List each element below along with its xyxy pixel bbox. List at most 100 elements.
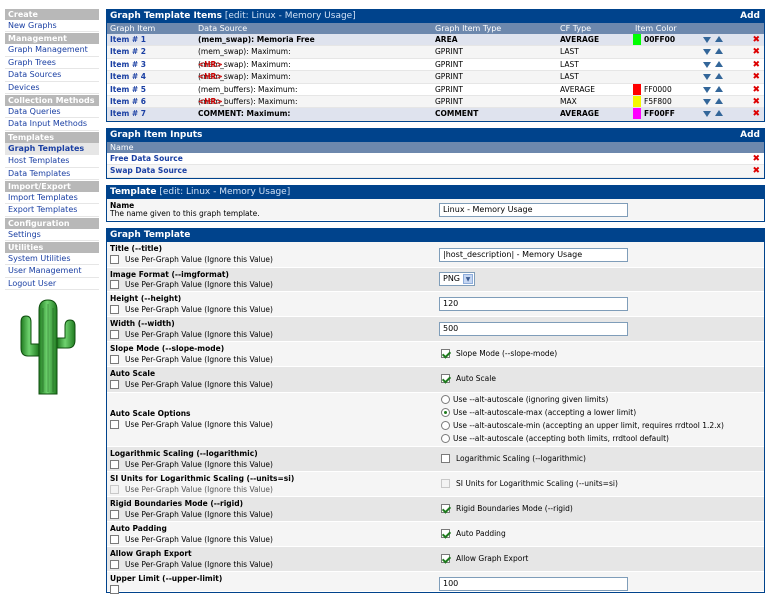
- per-graph-checkbox[interactable]: [110, 280, 119, 290]
- sidebar-item-system-utilities[interactable]: System Utilities: [5, 253, 99, 266]
- move-down-icon[interactable]: [703, 98, 711, 105]
- allow-export-checkbox[interactable]: [441, 554, 450, 564]
- per-graph-checkbox[interactable]: [110, 460, 119, 470]
- move-up-icon[interactable]: [715, 110, 723, 117]
- per-graph-checkbox[interactable]: [110, 255, 119, 265]
- sidebar-item-export-templates[interactable]: Export Templates: [5, 204, 99, 217]
- per-graph-checkbox[interactable]: [110, 485, 119, 495]
- move-up-icon[interactable]: [715, 85, 723, 92]
- move-down-icon[interactable]: [703, 86, 711, 93]
- delete-icon[interactable]: ✖: [752, 153, 760, 165]
- per-graph-checkbox[interactable]: [110, 355, 119, 365]
- add-item-button[interactable]: Add: [740, 10, 760, 23]
- per-graph-checkbox[interactable]: [110, 305, 119, 315]
- delete-icon[interactable]: ✖: [752, 165, 760, 177]
- upper-limit-input[interactable]: 100: [439, 576, 628, 591]
- sidebar-item-graph-management[interactable]: Graph Management: [5, 44, 99, 57]
- move-up-icon[interactable]: [715, 48, 723, 55]
- color-swatch: [633, 83, 641, 95]
- per-graph-checkbox[interactable]: [110, 330, 119, 340]
- item-link[interactable]: Item # 6: [110, 96, 146, 108]
- field-label: Upper Limit (--upper-limit): [110, 573, 223, 583]
- per-graph-option: Use Per-Graph Value (Ignore this Value): [110, 255, 273, 265]
- chevron-down-icon[interactable]: ▼: [463, 273, 473, 284]
- auto-padding-checkbox[interactable]: [441, 529, 450, 539]
- move-up-icon[interactable]: [715, 73, 723, 80]
- sidebar-item-graph-templates[interactable]: Graph Templates: [5, 142, 99, 156]
- per-graph-option: Use Per-Graph Value (Ignore this Value): [110, 560, 273, 570]
- per-graph-checkbox[interactable]: [110, 380, 119, 390]
- delete-icon[interactable]: ✖: [752, 84, 760, 96]
- col-graph-item: Graph Item: [110, 24, 156, 33]
- move-down-icon[interactable]: [703, 61, 711, 68]
- delete-icon[interactable]: ✖: [752, 59, 760, 71]
- slope-mode-checkbox[interactable]: [441, 349, 450, 359]
- delete-icon[interactable]: ✖: [752, 71, 760, 83]
- per-graph-checkbox[interactable]: [110, 560, 119, 570]
- move-up-icon[interactable]: [715, 36, 723, 42]
- sidebar-item-settings[interactable]: Settings: [5, 228, 99, 242]
- field-label: Width (--width): [110, 318, 175, 328]
- sidebar-item-graph-trees[interactable]: Graph Trees: [5, 56, 99, 70]
- color-swatch: [633, 34, 641, 45]
- delete-icon[interactable]: ✖: [752, 108, 760, 120]
- field-title: Title (--title) Use Per-Graph Value (Ign…: [107, 241, 764, 268]
- autoscale-max-radio[interactable]: [441, 408, 450, 418]
- image-format-value: PNG: [443, 273, 461, 283]
- sidebar-item-data-sources[interactable]: Data Sources: [5, 69, 99, 82]
- table-row: Item # 6 (mem_buffers): Maximum: <HR> GPRIN…: [107, 95, 764, 109]
- height-input[interactable]: 120: [439, 296, 628, 311]
- delete-icon[interactable]: ✖: [752, 34, 760, 46]
- move-down-icon[interactable]: [703, 49, 711, 56]
- sidebar-item-new-graphs[interactable]: New Graphs: [5, 20, 99, 33]
- move-down-icon[interactable]: [703, 111, 711, 118]
- item-link[interactable]: Item # 4: [110, 71, 146, 83]
- move-down-icon[interactable]: [703, 37, 711, 43]
- item-link[interactable]: Item # 2: [110, 46, 146, 58]
- sidebar-item-devices[interactable]: Devices: [5, 81, 99, 94]
- width-input[interactable]: 500: [439, 321, 628, 336]
- item-link[interactable]: Item # 5: [110, 84, 146, 96]
- auto-scale-checkbox[interactable]: [441, 374, 450, 384]
- item-type: GPRINT: [435, 47, 463, 57]
- autoscale-radio[interactable]: [441, 395, 450, 405]
- autoscale-min-radio[interactable]: [441, 421, 450, 431]
- sidebar-item-host-templates[interactable]: Host Templates: [5, 155, 99, 168]
- delete-icon[interactable]: ✖: [752, 96, 760, 108]
- input-link-swap[interactable]: Swap Data Source: [110, 165, 187, 177]
- input-link-free[interactable]: Free Data Source: [110, 153, 183, 165]
- delete-icon[interactable]: ✖: [752, 46, 760, 58]
- autoscale-both-radio-label: Use --alt-autoscale (accepting both limi…: [453, 433, 669, 443]
- auto-padding-label: Auto Padding: [456, 528, 506, 538]
- per-graph-option: Use Per-Graph Value (Ignore this Value): [110, 330, 273, 340]
- logarithmic-checkbox[interactable]: [441, 454, 450, 464]
- sidebar-item-logout-user[interactable]: Logout User: [5, 277, 99, 291]
- sidebar-item-data-input-methods[interactable]: Data Input Methods: [5, 118, 99, 131]
- sidebar-item-data-templates[interactable]: Data Templates: [5, 167, 99, 180]
- sidebar-item-user-management[interactable]: User Management: [5, 265, 99, 278]
- sidebar-item-import-templates[interactable]: Import Templates: [5, 191, 99, 205]
- add-input-button[interactable]: Add: [740, 129, 760, 142]
- field-label: Title (--title): [110, 243, 163, 253]
- per-graph-checkbox[interactable]: [110, 510, 119, 520]
- autoscale-min-radio-option: Use --alt-autoscale-min (accepting an up…: [441, 421, 724, 431]
- rigid-checkbox[interactable]: [441, 504, 450, 514]
- si-units-checkbox[interactable]: [441, 479, 450, 489]
- move-up-icon[interactable]: [715, 97, 723, 104]
- item-source-text: (mem_buffers): Maximum:: [198, 84, 298, 94]
- move-down-icon[interactable]: [703, 74, 711, 81]
- image-format-select[interactable]: PNG ▼: [439, 271, 475, 286]
- item-link[interactable]: Item # 3: [110, 59, 146, 71]
- template-name-input[interactable]: Linux - Memory Usage: [439, 202, 628, 217]
- title-input[interactable]: |host_description| - Memory Usage: [439, 247, 628, 262]
- per-graph-checkbox[interactable]: [110, 585, 119, 595]
- item-link[interactable]: Item # 1: [110, 34, 146, 46]
- sidebar-item-data-queries[interactable]: Data Queries: [5, 105, 99, 119]
- per-graph-checkbox[interactable]: [110, 535, 119, 545]
- per-graph-option: Use Per-Graph Value (Ignore this Value): [110, 460, 273, 470]
- item-link[interactable]: Item # 7: [110, 108, 146, 120]
- per-graph-checkbox[interactable]: [110, 420, 119, 430]
- per-graph-option: [110, 585, 125, 595]
- autoscale-both-radio[interactable]: [441, 434, 450, 444]
- move-up-icon[interactable]: [715, 60, 723, 67]
